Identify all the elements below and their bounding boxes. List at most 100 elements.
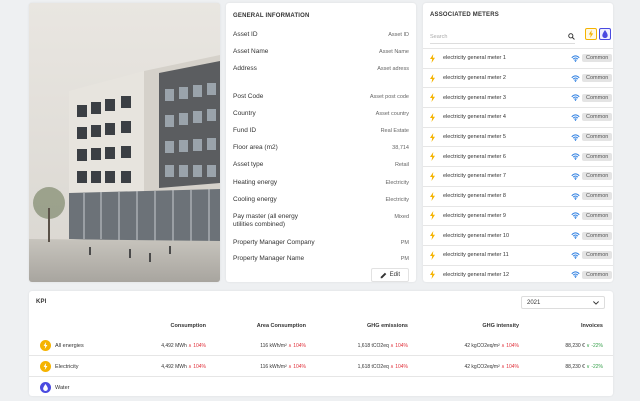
consumption-cell: 4,492 MWh ∧ 104% bbox=[161, 364, 206, 370]
kpi-panel: KPI 2021 Consumption Area Consumption GH… bbox=[29, 291, 613, 396]
associated-meters-title: ASSOCIATED METERS bbox=[430, 12, 499, 18]
bolt-icon bbox=[430, 231, 435, 241]
common-badge: Common bbox=[582, 133, 613, 142]
ghg-emissions-cell: 1,618 tCO2eq ∧ 104% bbox=[358, 364, 408, 370]
wifi-icon bbox=[571, 133, 580, 141]
kpi-row: Water bbox=[29, 378, 613, 398]
info-value: Asset Name bbox=[379, 49, 409, 55]
info-row-post-code: Post Code Asset post code bbox=[233, 93, 409, 109]
info-label: Country bbox=[233, 110, 256, 117]
column-header-ghg-intensity: GHG intensity bbox=[482, 323, 519, 329]
wifi-icon bbox=[571, 173, 580, 180]
common-badge: Common bbox=[582, 172, 613, 181]
meter-name: electricity general meter 3 bbox=[443, 94, 506, 101]
water-drop-icon bbox=[43, 384, 48, 391]
kpi-row: Electricity 4,492 MWh ∧ 104% 116 kWh/m² ∧ … bbox=[29, 357, 613, 377]
energy-label: All energies bbox=[55, 343, 84, 349]
wifi-icon bbox=[571, 74, 580, 82]
kpi-title: KPI bbox=[36, 299, 47, 305]
area-consumption-cell: 116 kWh/m² ∧ 104% bbox=[260, 343, 306, 349]
meter-list-item[interactable]: electricity general meter 1 Common bbox=[423, 48, 613, 68]
meter-name: electricity general meter 11 bbox=[443, 252, 509, 259]
bolt-icon bbox=[430, 152, 435, 162]
ghg-intensity-cell: 42 kgCO2eq/m² ∧ 104% bbox=[464, 343, 519, 349]
info-row-address: Address Asset adress bbox=[233, 65, 409, 81]
meter-list-item[interactable]: electricity general meter 8 Common bbox=[423, 185, 613, 206]
delta-up-indicator: ∧ 104% bbox=[501, 364, 519, 370]
bolt-icon bbox=[430, 53, 435, 63]
kpi-row: All energies 4,492 MWh ∧ 104% 116 kWh/m² ∧… bbox=[29, 336, 613, 356]
meter-list-item[interactable]: electricity general meter 3 Common bbox=[423, 87, 613, 107]
wifi-icon bbox=[571, 94, 580, 102]
info-row-fund-id: Fund ID Real Estate bbox=[233, 127, 409, 143]
delta-up-indicator: ∧ 104% bbox=[390, 343, 408, 349]
meter-name: electricity general meter 2 bbox=[443, 75, 506, 82]
consumption-cell: 4,492 MWh ∧ 104% bbox=[161, 343, 206, 349]
area-consumption-cell: 116 kWh/m² ∧ 104% bbox=[260, 364, 306, 370]
bolt-icon bbox=[430, 270, 435, 280]
common-badge: Common bbox=[582, 192, 613, 201]
filter-electricity-button[interactable] bbox=[585, 28, 597, 40]
kpi-value: 4,492 MWh bbox=[161, 343, 189, 349]
common-badge: Common bbox=[582, 211, 613, 220]
info-row-country: Country Asset country bbox=[233, 110, 409, 126]
meter-name: electricity general meter 12 bbox=[443, 271, 510, 278]
kpi-value: 42 kgCO2eq/m² bbox=[464, 343, 502, 349]
bolt-icon bbox=[430, 211, 435, 221]
bolt-icon bbox=[430, 93, 435, 103]
info-value: PM bbox=[400, 240, 409, 246]
common-badge: Common bbox=[582, 251, 613, 260]
meter-list-item[interactable]: electricity general meter 6 Common bbox=[423, 146, 613, 166]
meter-name: electricity general meter 4 bbox=[443, 114, 506, 121]
meter-list-item[interactable]: electricity general meter 2 Common bbox=[423, 67, 613, 88]
kpi-value: 116 kWh/m² bbox=[260, 364, 289, 370]
column-header-ghg-emissions: GHG emissions bbox=[367, 323, 408, 329]
info-label: Cooling energy bbox=[233, 196, 277, 203]
edit-button-label: Edit bbox=[389, 272, 400, 278]
year-select[interactable]: 2021 bbox=[521, 296, 605, 309]
meter-list-item[interactable]: electricity general meter 12 Common bbox=[423, 264, 613, 282]
meter-list-item[interactable]: electricity general meter 7 Common bbox=[423, 166, 613, 186]
info-value: Asset post code bbox=[369, 94, 409, 100]
bolt-icon bbox=[430, 112, 435, 122]
bolt-icon bbox=[588, 30, 594, 38]
meter-name: electricity general meter 5 bbox=[443, 134, 506, 141]
bolt-icon bbox=[430, 191, 435, 201]
meter-name: electricity general meter 1 bbox=[443, 55, 506, 62]
info-label: Pay master (all energy utilities combine… bbox=[233, 213, 299, 228]
filter-water-button[interactable] bbox=[599, 28, 611, 40]
info-label: Property Manager Company bbox=[233, 239, 315, 246]
delta-up-indicator: ∧ 104% bbox=[390, 364, 408, 370]
info-row-pay-master: Pay master (all energy utilities combine… bbox=[233, 213, 409, 235]
meter-list-item[interactable]: electricity general meter 10 Common bbox=[423, 225, 613, 245]
meter-search-input[interactable]: Search bbox=[430, 30, 575, 44]
info-value: Electricity bbox=[385, 197, 409, 203]
wifi-icon bbox=[571, 252, 580, 259]
info-value: Asset country bbox=[375, 111, 409, 117]
kpi-value: 116 kWh/m² bbox=[260, 343, 289, 349]
info-value: 38,714 bbox=[392, 145, 409, 151]
common-badge: Common bbox=[582, 231, 613, 240]
general-information-panel: GENERAL INFORMATION Asset ID Asset ID As… bbox=[226, 3, 416, 282]
delta-up-indicator: ∧ 104% bbox=[288, 343, 306, 349]
bolt-icon bbox=[430, 171, 435, 181]
delta-down-indicator: ∨ -22% bbox=[586, 343, 603, 349]
info-value: Asset adress bbox=[377, 66, 409, 72]
meter-list-item[interactable]: electricity general meter 4 Common bbox=[423, 107, 613, 127]
info-row-asset-id: Asset ID Asset ID bbox=[233, 31, 409, 47]
wifi-icon bbox=[571, 114, 580, 121]
edit-button[interactable]: Edit bbox=[370, 268, 409, 282]
column-header-invoices: Invoices bbox=[580, 323, 603, 329]
meter-list-item[interactable]: electricity general meter 5 Common bbox=[423, 126, 613, 147]
info-row-asset-name: Asset Name Asset Name bbox=[233, 48, 409, 64]
kpi-value: 4,492 MWh bbox=[161, 364, 189, 370]
common-badge: Common bbox=[582, 74, 613, 83]
meter-list-item[interactable]: electricity general meter 11 Common bbox=[423, 244, 613, 265]
energy-label: Electricity bbox=[55, 364, 79, 370]
info-value: Real Estate bbox=[380, 128, 409, 134]
search-icon[interactable] bbox=[568, 33, 575, 40]
meter-list-item[interactable]: electricity general meter 9 Common bbox=[423, 205, 613, 226]
info-label: Asset Name bbox=[233, 48, 269, 55]
common-badge: Common bbox=[582, 152, 613, 161]
bolt-icon bbox=[43, 342, 48, 349]
